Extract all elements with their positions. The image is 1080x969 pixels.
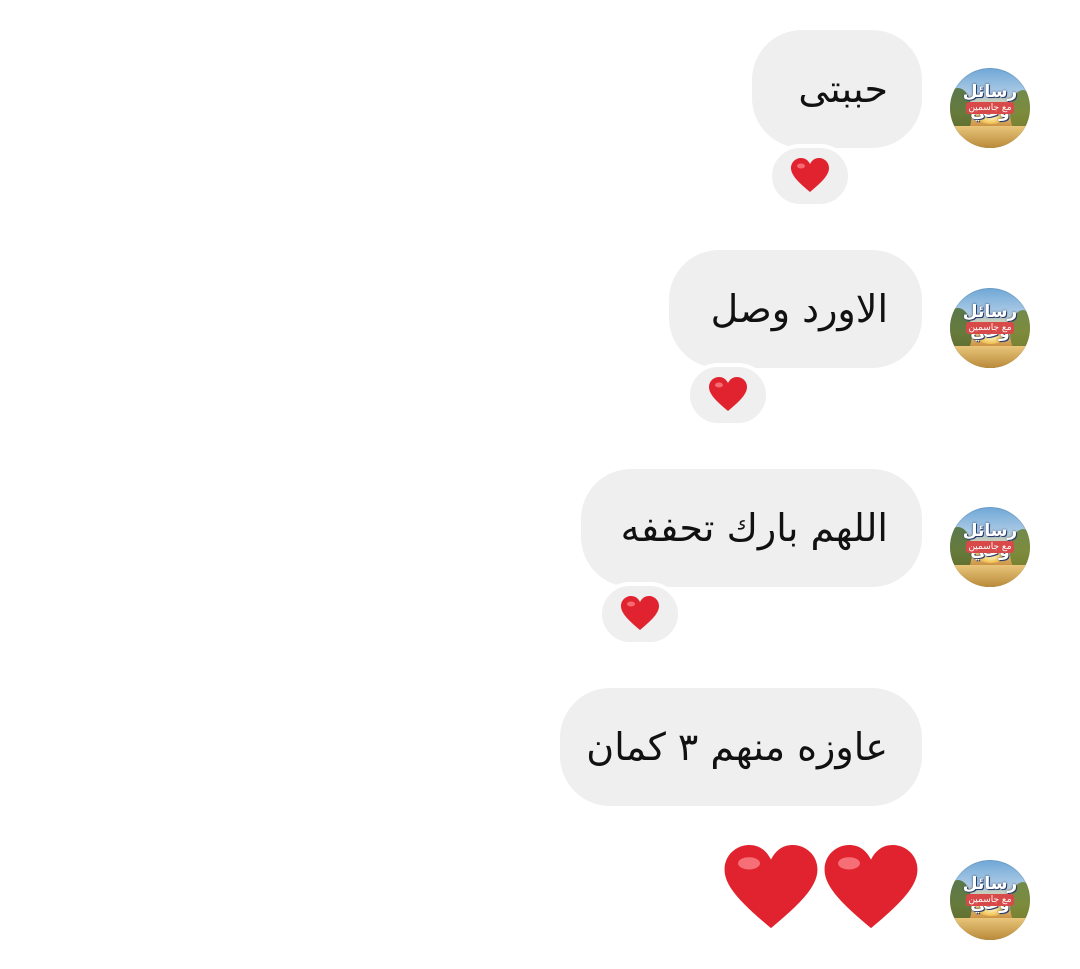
message-bubble[interactable]: اللهم بارك تحففه: [581, 469, 922, 587]
heart-icon: [621, 596, 659, 630]
avatar-logo-subtitle: مع جاسمين: [966, 102, 1014, 114]
message-text: عاوزه منهم ٣ كمان: [586, 725, 888, 769]
heart-icon: [791, 158, 829, 192]
message-text: اللهم بارك تحففه: [620, 506, 888, 550]
sender-avatar[interactable]: رسائل وعي مع جاسمين: [950, 507, 1030, 587]
chat-thread: رسائل وعي مع جاسمين حببتى رسائل وعي مع ج…: [0, 0, 1080, 969]
reaction-badge[interactable]: [686, 363, 770, 427]
avatar-logo-subtitle: مع جاسمين: [966, 894, 1014, 906]
message-text: حببتى: [798, 67, 888, 111]
reaction-badge[interactable]: [768, 144, 852, 208]
heart-icon: [824, 845, 918, 929]
heart-icon: [709, 377, 747, 411]
sender-avatar[interactable]: رسائل وعي مع جاسمين: [950, 68, 1030, 148]
emoji-message[interactable]: [722, 845, 922, 937]
message-bubble[interactable]: عاوزه منهم ٣ كمان: [560, 688, 922, 806]
message-bubble[interactable]: حببتى: [752, 30, 922, 148]
message-text: الاورد وصل: [710, 287, 888, 331]
avatar-logo-subtitle: مع جاسمين: [966, 322, 1014, 334]
reaction-badge[interactable]: [598, 582, 682, 646]
sender-avatar[interactable]: رسائل وعي مع جاسمين: [950, 860, 1030, 940]
sender-avatar[interactable]: رسائل وعي مع جاسمين: [950, 288, 1030, 368]
avatar-logo-subtitle: مع جاسمين: [966, 541, 1014, 553]
message-bubble[interactable]: الاورد وصل: [669, 250, 922, 368]
heart-icon: [724, 845, 818, 929]
